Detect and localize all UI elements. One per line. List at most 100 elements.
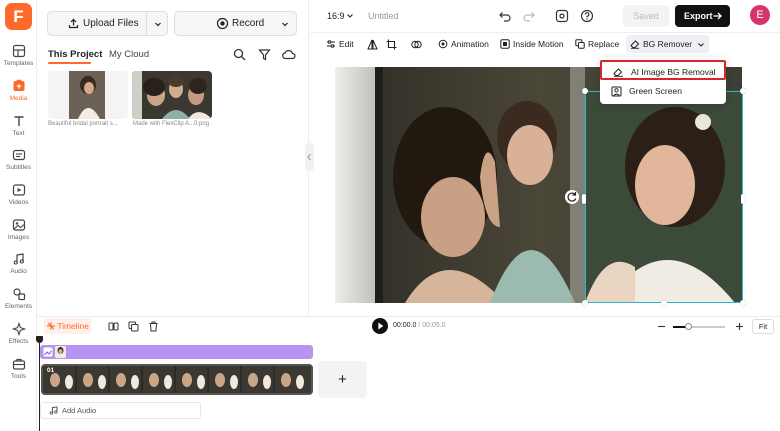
search-icon[interactable]	[233, 48, 246, 61]
undo-icon[interactable]	[498, 9, 512, 23]
nav-label: Templates	[3, 60, 34, 67]
nav-label: Effects	[8, 338, 29, 345]
timeline-icon	[46, 322, 55, 330]
edit-button[interactable]: Edit	[326, 35, 354, 53]
resize-handle[interactable]	[582, 194, 586, 204]
add-audio-button[interactable]: Add Audio	[40, 402, 201, 419]
timeline-toggle-button[interactable]: Timeline	[44, 318, 92, 334]
animation-button[interactable]: Animation	[438, 35, 489, 53]
nav-item-text[interactable]: Text	[0, 114, 37, 148]
templates-icon	[12, 44, 25, 58]
total-duration: 00:05.0	[422, 322, 446, 329]
bg-remover-label: BG Remover	[643, 39, 693, 49]
split-icon[interactable]	[108, 321, 119, 332]
chevron-down-icon	[697, 43, 704, 47]
nav-item-media[interactable]: Media	[0, 79, 37, 113]
divider	[146, 12, 147, 35]
project-title[interactable]: Untitled	[368, 11, 399, 21]
cloud-icon[interactable]	[281, 48, 296, 61]
help-icon[interactable]	[580, 9, 594, 23]
nav-item-tools[interactable]: Tools	[0, 357, 37, 391]
app-logo[interactable]: F	[5, 3, 32, 30]
delete-icon[interactable]	[148, 321, 159, 332]
rotate-handle[interactable]	[565, 190, 579, 204]
fit-button[interactable]: Fit	[752, 319, 774, 334]
nav-item-videos[interactable]: Videos	[0, 183, 37, 217]
upload-files-button[interactable]: Upload Files	[47, 11, 168, 36]
nav-label: Tools	[10, 373, 27, 380]
nav-label: Elements	[4, 303, 33, 310]
nav-item-subtitles[interactable]: Subtitles	[0, 148, 37, 182]
duplicate-icon[interactable]	[128, 321, 139, 332]
nav-item-effects[interactable]: Effects	[0, 322, 37, 356]
elements-icon	[12, 288, 25, 301]
edit-label: Edit	[339, 39, 354, 49]
preview-icon[interactable]	[555, 9, 569, 23]
nav-label: Media	[9, 95, 28, 102]
zoom-in-icon[interactable]	[735, 322, 744, 331]
media-panel: Upload Files Record This Project My Clou…	[37, 0, 309, 316]
export-button[interactable]: Export	[675, 5, 730, 27]
resize-handle[interactable]	[740, 300, 746, 306]
record-button[interactable]: Record	[174, 11, 297, 36]
media-icon	[13, 79, 24, 91]
flip-icon[interactable]	[367, 39, 378, 50]
overlay-track[interactable]	[40, 345, 313, 359]
record-label: Record	[232, 18, 265, 29]
overlay-thumbnail	[55, 346, 66, 358]
zoom-slider-handle[interactable]	[685, 323, 692, 330]
menu-item-ai-bg-removal[interactable]: AI Image BG Removal	[600, 60, 726, 80]
tab-my-cloud[interactable]: My Cloud	[109, 49, 149, 60]
nav-label: Subtitles	[6, 164, 31, 171]
aspect-ratio-select[interactable]: 16:9	[327, 11, 345, 21]
inside-motion-button[interactable]: Inside Motion	[500, 35, 564, 53]
resize-handle[interactable]	[740, 88, 746, 94]
replace-button[interactable]: Replace	[575, 35, 619, 53]
nav-label: Images	[7, 234, 30, 241]
animation-label: Animation	[451, 39, 489, 49]
image-layer-icon	[43, 347, 53, 357]
menu-item-green-screen[interactable]: Green Screen	[600, 81, 726, 101]
redo-icon[interactable]	[522, 9, 536, 23]
media-thumbnail-2[interactable]	[132, 71, 212, 119]
edit-toolbar: Edit Animation Inside Motion Replace BG …	[320, 35, 709, 53]
resize-handle[interactable]	[661, 300, 667, 306]
crop-icon[interactable]	[386, 39, 397, 50]
mask-icon[interactable]	[411, 39, 422, 50]
resize-handle[interactable]	[582, 300, 588, 306]
saved-status: Saved	[623, 5, 669, 27]
zoom-out-icon[interactable]	[657, 322, 666, 331]
replace-label: Replace	[588, 39, 620, 49]
music-note-icon	[49, 406, 58, 415]
tab-this-project[interactable]: This Project	[48, 49, 102, 60]
nav-item-audio[interactable]: Audio	[0, 252, 37, 286]
chevron-left-icon	[307, 153, 311, 161]
play-icon	[378, 322, 384, 330]
video-clip[interactable]	[41, 364, 313, 395]
resize-handle[interactable]	[582, 88, 588, 94]
collapse-panel-handle[interactable]	[305, 143, 314, 171]
play-button[interactable]	[372, 318, 388, 334]
media-caption: Beautiful bridal portrait s...	[48, 121, 118, 127]
chevron-down-icon[interactable]	[346, 12, 354, 20]
nav-item-images[interactable]: Images	[0, 218, 37, 252]
resize-handle[interactable]	[741, 194, 745, 204]
nav-item-templates[interactable]: Templates	[0, 44, 37, 78]
current-time: 00:00.0	[393, 322, 417, 329]
media-thumbnail-1[interactable]	[48, 71, 128, 119]
time-display: 00:00.0 / 00:05.0	[393, 322, 446, 329]
inside-motion-icon	[500, 39, 510, 49]
add-clip-button[interactable]: +	[318, 361, 367, 398]
filter-icon[interactable]	[258, 48, 271, 61]
timeline-label: Timeline	[57, 321, 90, 331]
clip-number: 01	[47, 367, 55, 374]
media-caption: Made with FlexClip A...0.png	[133, 121, 210, 127]
chevron-down-icon[interactable]	[280, 19, 290, 29]
chevron-down-icon[interactable]	[153, 19, 163, 29]
inside-motion-label: Inside Motion	[513, 39, 564, 49]
user-avatar[interactable]: E	[750, 5, 770, 25]
nav-item-elements[interactable]: Elements	[0, 287, 37, 321]
playhead[interactable]	[39, 336, 40, 431]
selection-box[interactable]	[585, 91, 743, 303]
bg-remover-button[interactable]: BG Remover	[626, 35, 709, 53]
